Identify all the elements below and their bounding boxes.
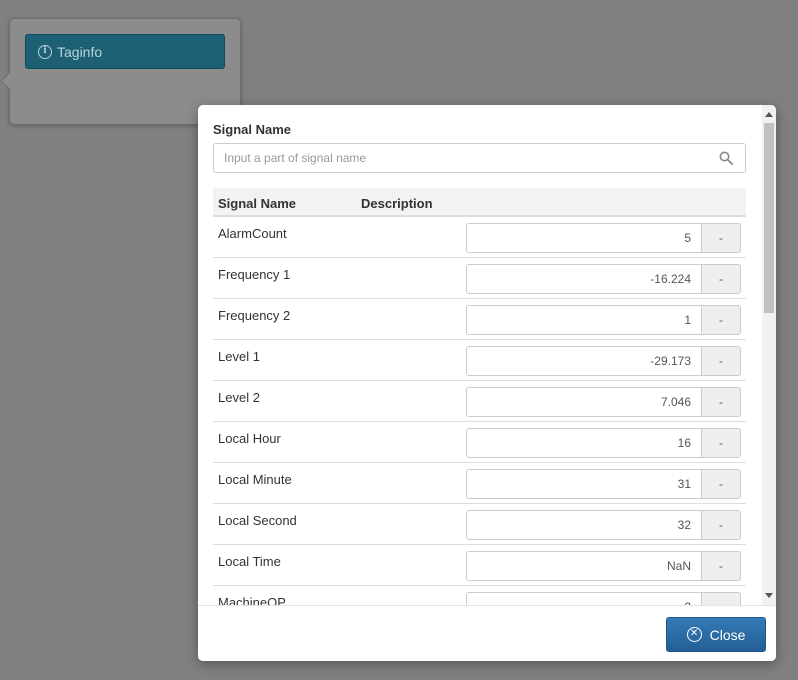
signal-name-label: Signal Name xyxy=(213,122,292,137)
signal-name-cell: Local Hour xyxy=(218,431,281,446)
signal-action-button[interactable]: - xyxy=(701,346,741,376)
modal-footer: ✕ Close xyxy=(198,605,776,661)
signal-action-button[interactable]: - xyxy=(701,305,741,335)
signal-action-button[interactable]: - xyxy=(701,428,741,458)
table-row: Frequency 1 -16.224 - xyxy=(213,258,746,299)
modal-body: Signal Name Signal Name Description Alar… xyxy=(198,105,762,605)
signal-value-field[interactable]: -29.173 xyxy=(466,346,702,376)
signal-name-cell: Local Minute xyxy=(218,472,292,487)
signal-value-field[interactable]: 7.046 xyxy=(466,387,702,417)
signal-value-field[interactable]: 1 xyxy=(466,305,702,335)
signal-action-button[interactable]: - xyxy=(701,592,741,605)
signal-name-cell: Level 2 xyxy=(218,390,260,405)
signal-table-body: AlarmCount 5 - Frequency 1 -16.224 - Fre… xyxy=(213,217,746,605)
signal-modal: Signal Name Signal Name Description Alar… xyxy=(198,105,776,661)
close-label: Close xyxy=(709,626,746,643)
table-row: AlarmCount 5 - xyxy=(213,217,746,258)
signal-value-field[interactable]: 31 xyxy=(466,469,702,499)
close-button[interactable]: ✕ Close xyxy=(666,617,766,652)
signal-action-button[interactable]: - xyxy=(701,223,741,253)
taginfo-button[interactable]: i Taginfo xyxy=(25,34,225,69)
signal-name-cell: Frequency 1 xyxy=(218,267,291,282)
search-box xyxy=(213,143,746,173)
header-description[interactable]: Description xyxy=(361,196,433,211)
signal-action-button[interactable]: - xyxy=(701,510,741,540)
signal-action-button[interactable]: - xyxy=(701,387,741,417)
info-circle-icon: i xyxy=(38,44,52,59)
signal-name-cell: MachineOP xyxy=(218,595,286,605)
signal-value-field[interactable]: 32 xyxy=(466,510,702,540)
table-row: Local Hour 16 - xyxy=(213,422,746,463)
modal-scrollbar[interactable] xyxy=(762,105,776,605)
table-row: Local Second 32 - xyxy=(213,504,746,545)
close-circle-icon: ✕ xyxy=(686,627,702,642)
scroll-thumb[interactable] xyxy=(764,123,774,313)
signal-value-field[interactable]: 16 xyxy=(466,428,702,458)
table-row: Local Minute 31 - xyxy=(213,463,746,504)
signal-value-field[interactable]: NaN xyxy=(466,551,702,581)
signal-value-field[interactable]: 2 xyxy=(466,592,702,605)
signal-name-cell: Local Time xyxy=(218,554,281,569)
table-row: Local Time NaN - xyxy=(213,545,746,586)
table-row: MachineOP 2 - xyxy=(213,586,746,605)
taginfo-label: Taginfo xyxy=(57,43,103,60)
signal-value-field[interactable]: 5 xyxy=(466,223,702,253)
signal-name-cell: AlarmCount xyxy=(218,226,287,241)
signal-action-button[interactable]: - xyxy=(701,469,741,499)
table-row: Frequency 2 1 - xyxy=(213,299,746,340)
signal-action-button[interactable]: - xyxy=(701,264,741,294)
table-header: Signal Name Description xyxy=(213,188,746,217)
scroll-down-arrow-icon[interactable] xyxy=(765,593,773,598)
signal-name-cell: Level 1 xyxy=(218,349,260,364)
search-icon[interactable] xyxy=(719,151,733,165)
signal-name-cell: Local Second xyxy=(218,513,297,528)
signal-action-button[interactable]: - xyxy=(701,551,741,581)
table-row: Level 1 -29.173 - xyxy=(213,340,746,381)
signal-name-cell: Frequency 2 xyxy=(218,308,291,323)
signal-value-field[interactable]: -16.224 xyxy=(466,264,702,294)
table-row: Level 2 7.046 - xyxy=(213,381,746,422)
signal-search-input[interactable] xyxy=(214,144,694,172)
popover-arrow xyxy=(0,72,18,90)
scroll-up-arrow-icon[interactable] xyxy=(765,112,773,117)
header-signal-name[interactable]: Signal Name xyxy=(218,196,296,211)
